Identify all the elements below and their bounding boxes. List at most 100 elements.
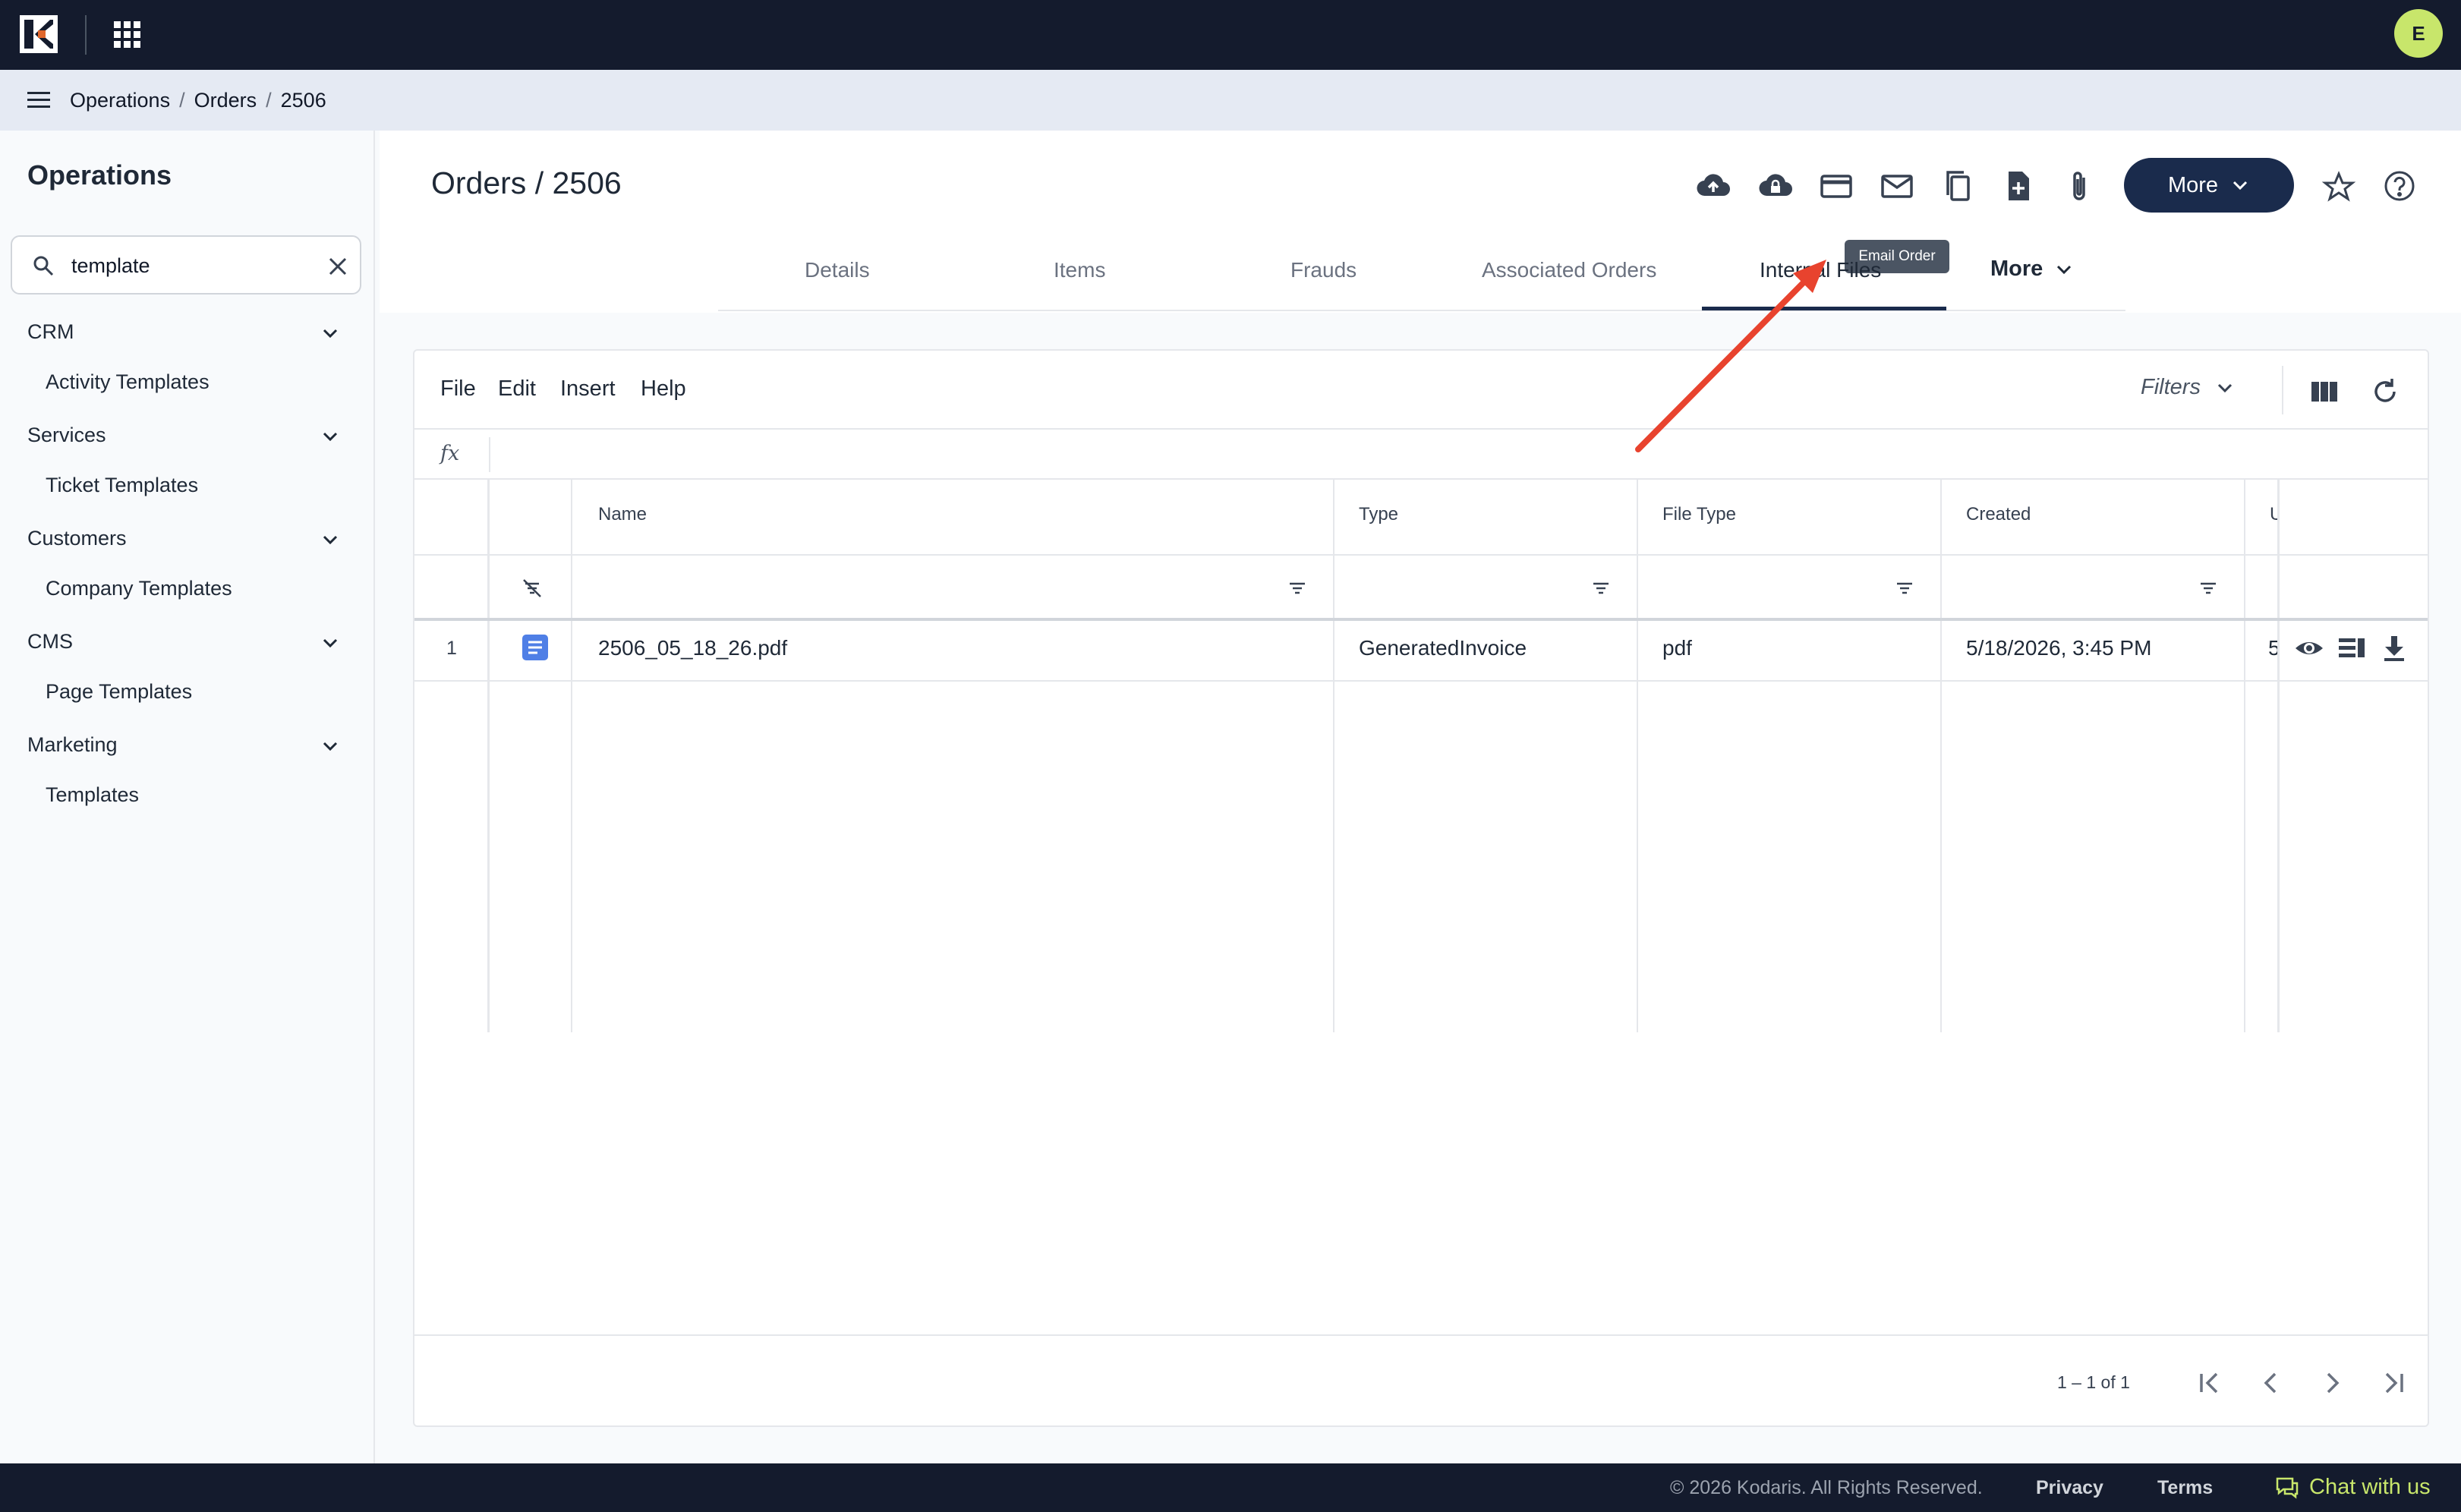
breadcrumb-separator: / <box>179 89 185 112</box>
column-header-name[interactable]: Name <box>598 504 647 525</box>
row-number: 1 <box>446 638 457 659</box>
apps-grid-icon[interactable] <box>112 20 143 50</box>
grid-menubar: File Edit Insert Help Filters <box>414 351 2428 430</box>
sidebar-title: Operations <box>27 159 172 191</box>
refresh-icon[interactable] <box>2370 376 2400 407</box>
sidebar-group-crm[interactable]: CRM <box>0 310 375 355</box>
breadcrumb-bar: Operations / Orders / 2506 <box>0 70 2461 131</box>
last-page-icon[interactable] <box>2376 1366 2409 1400</box>
sidebar-item-page-templates[interactable]: Page Templates <box>46 680 192 704</box>
sidebar-item-company-templates[interactable]: Company Templates <box>46 577 232 600</box>
cell-name[interactable]: 2506_05_18_26.pdf <box>598 636 787 660</box>
fx-label: fx <box>440 442 460 465</box>
cloud-upload-icon[interactable] <box>1694 167 1732 205</box>
data-row-border <box>414 680 2428 682</box>
clear-filter-icon[interactable] <box>521 577 544 600</box>
clear-search-icon[interactable] <box>326 255 349 278</box>
filter-icon[interactable] <box>2197 577 2220 600</box>
next-page-icon[interactable] <box>2315 1366 2349 1400</box>
row-number-column <box>487 480 490 1032</box>
filters-dropdown[interactable]: Filters <box>2141 375 2236 400</box>
filter-icon[interactable] <box>1286 577 1309 600</box>
sidebar-search-input[interactable] <box>71 250 299 281</box>
more-button-label: More <box>2167 172 2219 197</box>
created-column <box>2244 480 2245 1032</box>
top-navigation-bar: E <box>0 0 2461 70</box>
column-header-type[interactable]: Type <box>1359 504 1398 525</box>
attachment-icon[interactable] <box>2060 167 2098 205</box>
tab-frauds[interactable]: Frauds <box>1290 258 1357 282</box>
breadcrumb-operations[interactable]: Operations <box>70 85 170 115</box>
annotation-arrow <box>1635 260 1826 452</box>
order-tabs: Details Items Frauds Associated Orders I… <box>718 250 2125 311</box>
menu-edit[interactable]: Edit <box>498 376 536 402</box>
columns-icon[interactable] <box>2309 376 2340 407</box>
help-icon[interactable] <box>2381 167 2418 205</box>
filter-icon[interactable] <box>1590 577 1612 600</box>
user-avatar[interactable]: E <box>2394 9 2443 58</box>
cell-type[interactable]: GeneratedInvoice <box>1359 636 1527 660</box>
hamburger-menu-icon[interactable] <box>26 87 53 114</box>
menu-insert[interactable]: Insert <box>560 376 616 402</box>
sidebar-group-customers[interactable]: Customers <box>0 516 375 562</box>
topbar-divider <box>85 15 87 55</box>
copy-icon[interactable] <box>1939 167 1977 205</box>
sidebar-item-activity-templates[interactable]: Activity Templates <box>46 370 210 394</box>
sidebar: Operations CRM Activity Templates Servic… <box>0 131 375 1463</box>
chevron-down-icon <box>2217 383 2233 392</box>
menu-help[interactable]: Help <box>641 376 686 402</box>
filters-label: Filters <box>2141 375 2201 399</box>
filter-icon[interactable] <box>1893 577 1916 600</box>
kodaris-logo-icon[interactable] <box>20 15 58 53</box>
internal-files-grid: File Edit Insert Help Filters fx Name Ty… <box>413 349 2429 1427</box>
type-column <box>1637 480 1638 1032</box>
grid-footer-border <box>414 1334 2428 1336</box>
previous-page-icon[interactable] <box>2255 1366 2288 1400</box>
cell-truncated[interactable]: 5 <box>2268 636 2277 660</box>
chevron-down-icon <box>323 432 338 442</box>
details-list-icon[interactable] <box>2337 633 2367 663</box>
pinned-actions-divider <box>2277 480 2280 1032</box>
cloud-lock-icon[interactable] <box>1757 167 1795 205</box>
column-header-truncated[interactable]: U <box>2270 504 2277 525</box>
credit-card-icon[interactable] <box>1817 167 1855 205</box>
sidebar-group-cms[interactable]: CMS <box>0 619 375 665</box>
download-icon[interactable] <box>2379 633 2409 663</box>
copyright-text: © 2026 Kodaris. All Rights Reserved. <box>1670 1477 1983 1498</box>
tab-more-label: More <box>1990 257 2043 281</box>
name-column <box>1333 480 1334 1032</box>
formula-bar[interactable]: fx <box>414 430 2428 480</box>
cell-created[interactable]: 5/18/2026, 3:45 PM <box>1966 636 2151 660</box>
sidebar-group-label: Services <box>27 424 106 446</box>
cell-file-type[interactable]: pdf <box>1662 636 1692 660</box>
sidebar-group-label: Customers <box>27 527 127 550</box>
privacy-link[interactable]: Privacy <box>2036 1477 2103 1499</box>
breadcrumb-orders[interactable]: Orders <box>194 85 257 115</box>
first-page-icon[interactable] <box>2194 1366 2227 1400</box>
chat-bubble-icon <box>2276 1477 2299 1499</box>
tab-more[interactable]: More <box>1990 257 2075 282</box>
sidebar-item-ticket-templates[interactable]: Ticket Templates <box>46 474 198 497</box>
tab-items[interactable]: Items <box>1054 258 1105 282</box>
chat-with-us-button[interactable]: Chat with us <box>2274 1474 2431 1500</box>
icon-column <box>571 480 572 1032</box>
more-actions-button[interactable]: More <box>2124 158 2294 213</box>
sidebar-group-marketing[interactable]: Marketing <box>0 723 375 768</box>
tab-details[interactable]: Details <box>805 258 870 282</box>
star-icon[interactable] <box>2320 167 2358 205</box>
column-header-created[interactable]: Created <box>1966 504 2031 525</box>
sidebar-item-templates[interactable]: Templates <box>46 783 139 807</box>
menu-file[interactable]: File <box>440 376 476 402</box>
header-row-border <box>414 554 2428 556</box>
breadcrumb-separator: / <box>266 89 272 112</box>
sidebar-group-services[interactable]: Services <box>0 413 375 458</box>
footer-bar: © 2026 Kodaris. All Rights Reserved. Pri… <box>0 1463 2461 1512</box>
email-icon[interactable] <box>1878 167 1916 205</box>
add-document-icon[interactable] <box>1999 167 2037 205</box>
column-header-file-type[interactable]: File Type <box>1662 504 1736 525</box>
terms-link[interactable]: Terms <box>2157 1477 2213 1499</box>
preview-eye-icon[interactable] <box>2294 633 2324 663</box>
sidebar-group-label: CRM <box>27 320 74 343</box>
chevron-down-icon <box>2057 265 2072 274</box>
page-title: Orders / 2506 <box>431 165 622 200</box>
